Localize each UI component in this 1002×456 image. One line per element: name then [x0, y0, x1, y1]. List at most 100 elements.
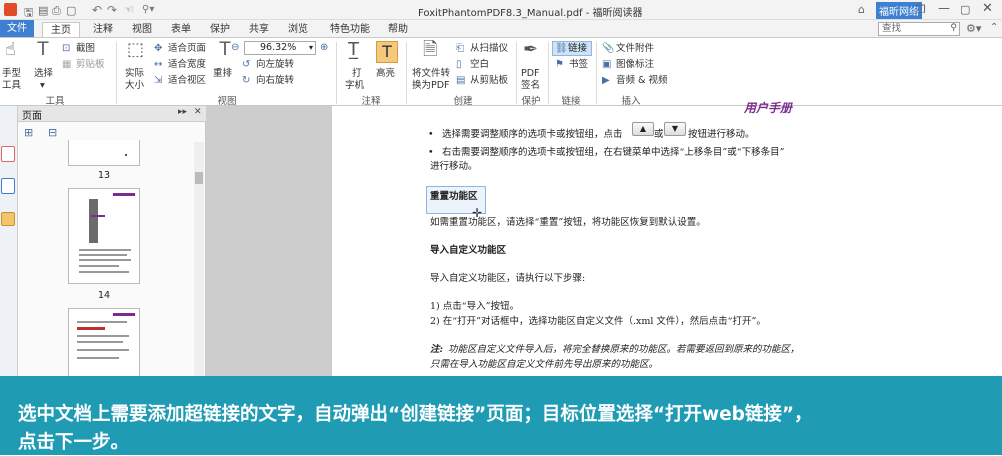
title-bar: 🖫 ▤ ⎙ ▢ ↶ ↷ ☜ ⚲▾ FoxitPhantomPDF8.3_Manu…: [0, 0, 1002, 20]
tab-protect[interactable]: 保护: [204, 22, 236, 37]
image-annotation-button[interactable]: 图像标注: [616, 59, 654, 71]
zoom-in-icon[interactable]: ⊕: [320, 42, 328, 54]
close-button[interactable]: ✕: [982, 1, 993, 16]
minimize-button[interactable]: —: [938, 1, 950, 15]
link-button[interactable]: ⛓ 链接: [552, 41, 592, 56]
tab-help[interactable]: 帮助: [382, 22, 414, 37]
actual-size-icon: ⬚: [127, 39, 145, 60]
link-icon: ⛓: [555, 43, 568, 54]
maximize-button[interactable]: ▢: [960, 3, 970, 16]
fit-width-icon: ↔: [154, 59, 163, 70]
document-page[interactable]: 用户手册 • 选择需要调整顺序的选项卡或按钮组，点击 ▲ 或 ▼ 按钮进行移动。…: [332, 102, 1002, 376]
step-2: 2) 在“打开”对话框中，选择功能区自定义文件（.xml 文件），然后点击“打开…: [430, 316, 766, 327]
panel-scrollbar[interactable]: [194, 142, 204, 376]
hand-tool-button[interactable]: ☝ 手型 工具: [0, 40, 26, 92]
collapse-ribbon-icon[interactable]: ⌃: [990, 22, 998, 33]
hand-icon: ☝: [5, 39, 16, 60]
tab-view[interactable]: 视图: [126, 22, 158, 37]
tab-form[interactable]: 表单: [165, 22, 197, 37]
fit-visible-button[interactable]: 适合视区: [168, 75, 206, 87]
blank-button[interactable]: 空白: [470, 59, 489, 71]
pages-panel: 页面 ▸▸ ✕ ⊞ ⊟ 13 14: [18, 106, 206, 376]
panel-expand-icon[interactable]: ▸▸: [178, 107, 187, 117]
page-thumbnail-13[interactable]: [68, 140, 140, 166]
file-attachment-button[interactable]: 文件附件: [616, 43, 654, 55]
zoom-select[interactable]: ⊖ 96.32% ▾: [231, 41, 316, 55]
page-options-icon[interactable]: ⊞: [24, 126, 33, 139]
note-label: 注:: [430, 344, 444, 355]
print-icon[interactable]: ⎙: [52, 4, 61, 18]
redo-left-icon[interactable]: ↶: [92, 3, 102, 17]
page-options-icon[interactable]: ⊟: [48, 126, 57, 139]
zoom-value: 96.32%: [260, 42, 297, 53]
fit-width-button[interactable]: 适合宽度: [168, 59, 206, 71]
bullet-icon: •: [428, 147, 434, 158]
tab-file[interactable]: 文件: [0, 20, 34, 37]
audio-video-button[interactable]: 音频 & 视频: [616, 75, 667, 87]
tab-home[interactable]: 主页: [42, 22, 80, 37]
redo-right-icon[interactable]: ↷: [107, 3, 117, 17]
navigation-strip: [0, 106, 18, 376]
hand-tool-label-1: 手型: [2, 68, 22, 79]
highlight-icon: T: [376, 41, 398, 63]
bookmark-button[interactable]: 书签: [569, 59, 588, 71]
search-input[interactable]: 查找 ⚲: [878, 22, 960, 36]
hand-quick-icon[interactable]: ☜: [124, 3, 134, 16]
bookmark-panel-icon[interactable]: [1, 146, 15, 162]
clipboard-button[interactable]: 剪贴板: [76, 59, 105, 71]
thumb-header: [113, 313, 135, 316]
separator: [548, 42, 549, 104]
pdf-sign-button[interactable]: ✒ PDF 签名: [518, 40, 544, 92]
open-icon[interactable]: ▤: [38, 4, 48, 17]
heading-import-ribbon: 导入自定义功能区: [430, 245, 507, 256]
highlight-label: 高亮: [376, 68, 396, 79]
search-icon[interactable]: ⚲: [950, 23, 957, 33]
tab-share[interactable]: 共享: [243, 22, 275, 37]
note-line-2: 只需在导入功能区自定义文件前先导出原来的功能区。: [430, 359, 659, 370]
user-icon[interactable]: ⌂: [858, 3, 865, 16]
settings-icon[interactable]: ⚙▾: [966, 22, 981, 35]
bullet2-line2: 进行移动。: [430, 161, 478, 172]
rotate-right-button[interactable]: 向右旋转: [256, 75, 294, 87]
thumb-line: [77, 349, 129, 351]
step-1: 1) 点击“导入”按钮。: [430, 301, 519, 312]
thumb-header: [113, 193, 135, 196]
file-attachment-icon: 📎: [602, 43, 615, 54]
tab-comment[interactable]: 注释: [86, 22, 120, 37]
from-clipboard-button[interactable]: 从剪贴板: [470, 75, 508, 87]
zoom-out-icon[interactable]: ⊖: [231, 42, 239, 53]
thumb-line: [79, 259, 131, 261]
customize-icon[interactable]: ⚲▾: [142, 4, 154, 15]
typewriter-label-1: 打: [352, 68, 362, 79]
scrollbar-thumb[interactable]: [195, 172, 203, 184]
subtitle-caption: 选中文档上需要添加超链接的文字，自动弹出“创建链接”页面；目标位置选择“打开we…: [0, 376, 1002, 455]
select-tool-button[interactable]: Ｔ 选择 ▾: [30, 40, 58, 92]
pages-panel-icon[interactable]: [1, 178, 15, 194]
fit-page-button[interactable]: 适合页面: [168, 43, 206, 55]
typewriter-icon: T̲: [348, 39, 359, 60]
thumb-line: [77, 341, 123, 343]
create-group-label: 创建: [453, 96, 473, 107]
tab-features[interactable]: 特色功能: [322, 22, 378, 37]
comments-panel-icon[interactable]: [1, 212, 15, 226]
convert-to-pdf-button[interactable]: 🗎 将文件转 换为PDF: [410, 40, 452, 92]
thumb-line: [79, 265, 119, 267]
link-label: 链接: [568, 43, 588, 54]
move-up-button: ▲: [632, 122, 654, 136]
actual-size-button[interactable]: ⬚ 实际 大小: [122, 40, 148, 92]
thumb-image: [89, 199, 98, 243]
restore-icon[interactable]: ❐: [916, 3, 926, 16]
snapshot-button[interactable]: 截图: [76, 43, 95, 55]
panel-close-icon[interactable]: ✕: [194, 107, 202, 117]
highlight-button[interactable]: T 高亮: [374, 40, 400, 92]
rotate-left-button[interactable]: 向左旋转: [256, 59, 294, 71]
tab-browse[interactable]: 浏览: [282, 22, 314, 37]
bullet-icon: •: [428, 129, 434, 140]
snapshot-icon: ⊡: [62, 43, 71, 54]
from-scanner-button[interactable]: 从扫描仪: [470, 43, 508, 55]
new-icon[interactable]: ▢: [66, 4, 76, 17]
typewriter-button[interactable]: T̲ 打 字机: [342, 40, 370, 92]
separator: [116, 42, 117, 104]
page-thumbnail-15[interactable]: [68, 308, 140, 376]
page-thumbnail-14[interactable]: [68, 188, 140, 284]
